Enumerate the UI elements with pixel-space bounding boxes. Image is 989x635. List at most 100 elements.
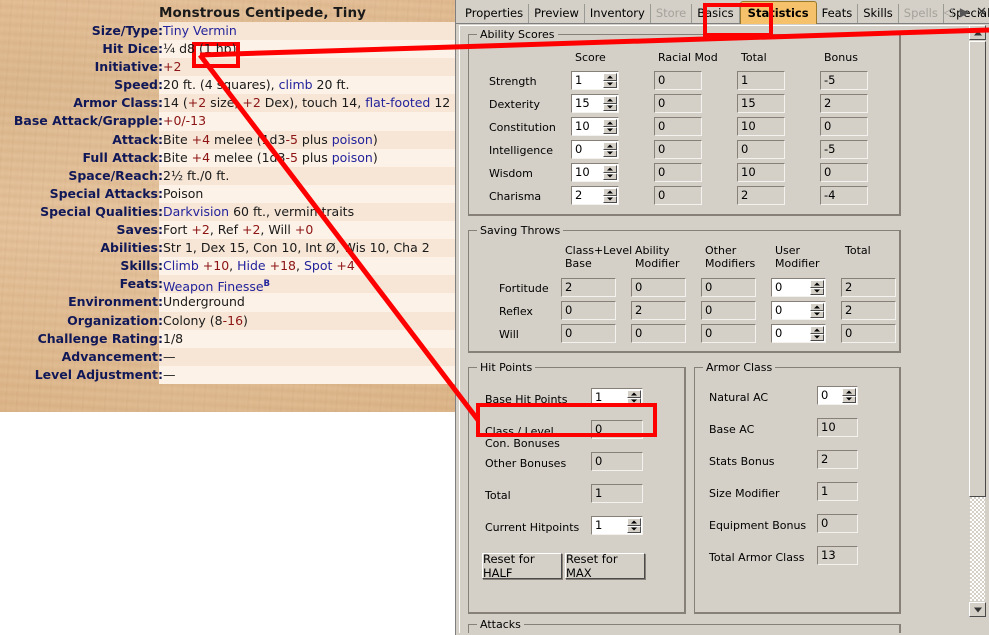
ability-total-field-value: 15 — [741, 96, 756, 110]
hit-points-4-field[interactable]: 1 — [591, 516, 643, 535]
reset-for-max-button[interactable]: Reset for MAX — [565, 552, 645, 580]
scroll-up-icon[interactable] — [969, 25, 986, 40]
armor-class-row-label: Natural AC — [709, 391, 769, 404]
save-user-input-stepper[interactable] — [810, 280, 824, 295]
armor-class-0-field-stepper[interactable] — [842, 388, 856, 403]
ability-score-input-stepper[interactable] — [603, 165, 617, 180]
stepper-up-icon[interactable] — [603, 119, 617, 127]
save-user-input[interactable]: 0 — [771, 324, 826, 343]
stepper-up-icon[interactable] — [810, 326, 824, 334]
ability-score-input[interactable]: 10 — [571, 117, 619, 136]
stepper-down-icon[interactable] — [810, 310, 824, 318]
tab-feats[interactable]: Feats — [817, 4, 859, 23]
stepper-down-icon[interactable] — [810, 287, 824, 295]
ability-score-input[interactable]: 15 — [571, 94, 619, 113]
scroll-down-icon[interactable] — [969, 602, 986, 617]
statblock-row-label: Base Attack/Grapple: — [13, 113, 163, 129]
armor-class-row-label: Total Armor Class — [709, 551, 805, 564]
stepper-down-icon[interactable] — [603, 80, 617, 88]
save-user-input[interactable]: 0 — [771, 301, 826, 320]
stepper-down-icon[interactable] — [810, 333, 824, 341]
statblock-row-label: Initiative: — [94, 59, 163, 75]
tab-preview[interactable]: Preview — [529, 4, 585, 23]
stepper-down-icon[interactable] — [603, 149, 617, 157]
stepper-up-icon[interactable] — [603, 165, 617, 173]
ability-score-input[interactable]: 0 — [571, 140, 619, 159]
stepper-up-icon[interactable] — [810, 280, 824, 288]
statblock-row-label: Skills: — [120, 258, 163, 274]
tab-nav-controls[interactable]: ◁ ▶ ✕ — [944, 2, 987, 22]
save-user-input[interactable]: 0 — [771, 278, 826, 297]
ability-score-input-value: 10 — [575, 165, 590, 179]
save-user-input-stepper[interactable] — [810, 326, 824, 341]
stepper-up-icon[interactable] — [603, 73, 617, 81]
statblock-row-label: Level Adjustment: — [34, 366, 163, 382]
save-ability-field-value: 0 — [635, 326, 643, 340]
scrollbar-thumb[interactable] — [969, 41, 986, 497]
save-user-input-value: 0 — [775, 326, 783, 340]
ability-score-input-stepper[interactable] — [603, 73, 617, 88]
tab-skills[interactable]: Skills — [858, 4, 899, 23]
tab-prev-icon[interactable]: ◁ — [944, 6, 953, 18]
stepper-up-icon[interactable] — [842, 388, 856, 396]
save-user-input-stepper[interactable] — [810, 303, 824, 318]
statblock-row-label: Feats: — [119, 276, 163, 292]
stepper-up-icon[interactable] — [603, 188, 617, 196]
stepper-up-icon[interactable] — [627, 390, 641, 398]
stepper-down-icon[interactable] — [603, 195, 617, 203]
hit-points-4-field-stepper[interactable] — [627, 518, 641, 533]
stepper-down-icon[interactable] — [603, 172, 617, 180]
hit-points-0-field-stepper[interactable] — [627, 390, 641, 405]
stepper-up-icon[interactable] — [603, 96, 617, 104]
stepper-up-icon[interactable] — [627, 518, 641, 526]
stepper-down-icon[interactable] — [627, 525, 641, 533]
save-other-field: 0 — [701, 324, 756, 343]
stepper-down-icon[interactable] — [603, 126, 617, 134]
statblock-row-value: Fort +2, Ref +2, Will +0 — [163, 222, 314, 238]
save-other-field: 0 — [701, 301, 756, 320]
hit-points-row-label: Other Bonuses — [485, 457, 567, 470]
statblock-row: Level Adjustment: — — [0, 365, 455, 384]
tab-properties[interactable]: Properties — [460, 4, 530, 23]
save-other-field-value: 0 — [705, 326, 713, 340]
ability-scores-group: Ability Scores Score Racial Mod Total Bonus… — [468, 28, 901, 216]
tab-statistics[interactable]: Statistics — [739, 1, 817, 24]
tab-list[interactable]: Properties Preview Inventory Store Basics Sta… — [460, 1, 989, 24]
stepper-down-icon[interactable] — [842, 395, 856, 403]
page-title: Monstrous Centipede, Tiny — [159, 5, 367, 21]
statblock-row-label: Organization: — [67, 312, 163, 328]
statblock-row: Saves: Fort +2, Ref +2, Will +0 — [0, 221, 455, 240]
statblock-row-list: Size/Type: Tiny Vermin Hit Dice: ¼ d8 (1 hp… — [0, 22, 455, 384]
tab-basics[interactable]: Basics — [692, 4, 740, 23]
statblock-row-value: 20 ft. (4 squares), climb 20 ft. — [163, 77, 350, 93]
hit-points-0-field[interactable]: 1 — [591, 388, 643, 407]
ability-score-input-stepper[interactable] — [603, 96, 617, 111]
ability-score-input-stepper[interactable] — [603, 142, 617, 157]
tab-inventory[interactable]: Inventory — [585, 4, 651, 23]
saving-throw-col-header: Class+Level Base — [565, 244, 633, 270]
stepper-down-icon[interactable] — [603, 103, 617, 111]
stepper-up-icon[interactable] — [603, 142, 617, 150]
statblock-row-label: Special Attacks: — [49, 185, 163, 201]
armor-class-row-label: Base AC — [709, 423, 755, 436]
stepper-up-icon[interactable] — [810, 303, 824, 311]
ability-score-input[interactable]: 1 — [571, 71, 619, 90]
hit-points-3-field: 1 — [591, 484, 643, 503]
reset-for-half-button[interactable]: Reset for HALF — [482, 552, 562, 580]
stepper-down-icon[interactable] — [627, 397, 641, 405]
ability-racial-mod-field: 0 — [654, 163, 702, 182]
close-icon[interactable]: ✕ — [976, 6, 987, 19]
ability-score-input-stepper[interactable] — [603, 188, 617, 203]
vertical-scrollbar[interactable] — [969, 25, 986, 617]
armor-class-0-field[interactable]: 0 — [817, 386, 858, 405]
saving-throw-col-header: Other Modifiers — [705, 244, 756, 270]
ability-racial-mod-field: 0 — [654, 71, 702, 90]
tab-next-icon[interactable]: ▶ — [960, 6, 969, 18]
ability-score-input[interactable]: 10 — [571, 163, 619, 182]
character-editor-window: Properties Preview Inventory Store Basics Sta… — [455, 0, 989, 635]
save-ability-field: 0 — [631, 278, 686, 297]
hit-points-row-label: Class / Level Con. Bonuses — [485, 425, 560, 450]
ability-col-header: Bonus — [824, 51, 858, 64]
ability-score-input[interactable]: 2 — [571, 186, 619, 205]
ability-score-input-stepper[interactable] — [603, 119, 617, 134]
